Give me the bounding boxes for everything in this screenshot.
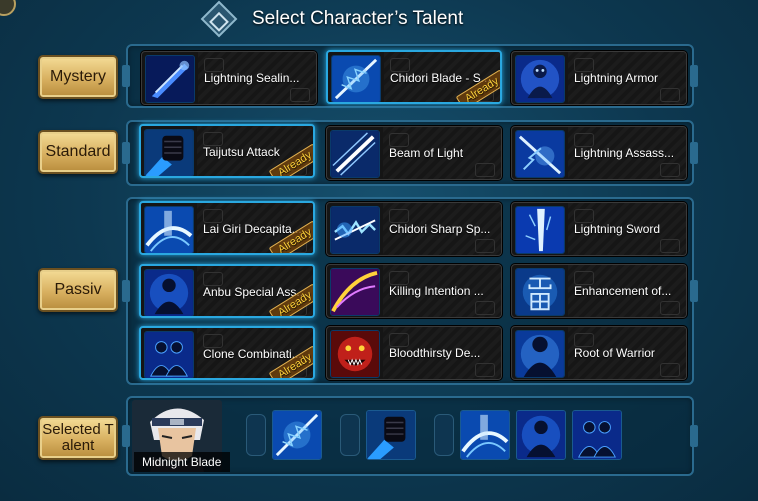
chidori-blade-icon[interactable] — [272, 410, 322, 460]
category-standard-button[interactable]: Standard — [38, 130, 118, 174]
talent-name: Lightning Armor — [574, 71, 659, 85]
header: Select Character’s Talent — [0, 0, 758, 38]
talent-card[interactable]: Lightning Armor — [511, 51, 687, 105]
warrior-silhouette-icon — [515, 330, 565, 378]
chidori-spear-icon — [330, 206, 380, 254]
clone-icon[interactable] — [572, 410, 622, 460]
talent-card[interactable]: Bloodthirsty De... — [326, 326, 502, 380]
talent-emblem-icon — [200, 0, 238, 38]
talent-name: Enhancement of... — [574, 284, 672, 298]
thunder-kanji-icon — [515, 268, 565, 316]
page-title: Select Character’s Talent — [252, 8, 464, 29]
lightning-assassin-icon — [515, 130, 565, 178]
slot-connector — [340, 414, 360, 456]
talent-card[interactable]: Anbu Special Ass... Already — [139, 264, 315, 318]
talent-name: Beam of Light — [389, 146, 464, 160]
talent-card[interactable]: Lightning Sealin... — [141, 51, 317, 105]
demon-face-icon — [330, 330, 380, 378]
talent-card[interactable]: Lai Giri Decapita... Already — [139, 201, 315, 255]
killing-intent-icon — [330, 268, 380, 316]
talent-name: Chidori Sharp Sp... — [389, 222, 491, 236]
fist-icon[interactable] — [366, 410, 416, 460]
talent-card[interactable]: Chidori Blade - S... Already — [326, 50, 502, 104]
category-passive-button[interactable]: Passiv — [38, 268, 118, 312]
talent-name: Lightning Sword — [574, 222, 661, 236]
slash-icon[interactable] — [460, 410, 510, 460]
anbu-silhouette-icon — [144, 269, 194, 316]
talent-name: Lightning Sealin... — [204, 71, 300, 85]
talent-card[interactable]: Enhancement of... — [511, 264, 687, 318]
clone-icon — [144, 331, 194, 378]
lightning-blade-icon — [145, 55, 195, 103]
chidori-blade-icon — [331, 55, 381, 102]
talent-name: Root of Warrior — [574, 346, 655, 360]
character-name: Midnight Blade — [134, 452, 230, 472]
fist-icon — [144, 129, 194, 176]
talent-name: Lightning Assass... — [574, 146, 675, 160]
talent-card[interactable]: Root of Warrior — [511, 326, 687, 380]
talent-card[interactable]: Lightning Assass... — [511, 126, 687, 180]
talent-card[interactable]: Killing Intention ... — [326, 264, 502, 318]
talent-name: Killing Intention ... — [389, 284, 484, 298]
anbu-silhouette-icon[interactable] — [516, 410, 566, 460]
light-beam-icon — [330, 130, 380, 178]
slot-connector — [434, 414, 454, 456]
slot-connector — [246, 414, 266, 456]
talent-name: Bloodthirsty De... — [389, 346, 481, 360]
talent-card[interactable]: Chidori Sharp Sp... — [326, 202, 502, 256]
talent-card[interactable]: Taijutsu Attack Already — [139, 124, 315, 178]
category-selected-talent-label: Selected T alent — [38, 416, 118, 460]
category-mystery-button[interactable]: Mystery — [38, 55, 118, 99]
talent-card[interactable]: Lightning Sword — [511, 202, 687, 256]
lightning-sword-icon — [515, 206, 565, 254]
talent-card[interactable]: Beam of Light — [326, 126, 502, 180]
lightning-armor-icon — [515, 55, 565, 103]
talent-card[interactable]: Clone Combinati... Already — [139, 326, 315, 380]
slash-icon — [144, 206, 194, 253]
